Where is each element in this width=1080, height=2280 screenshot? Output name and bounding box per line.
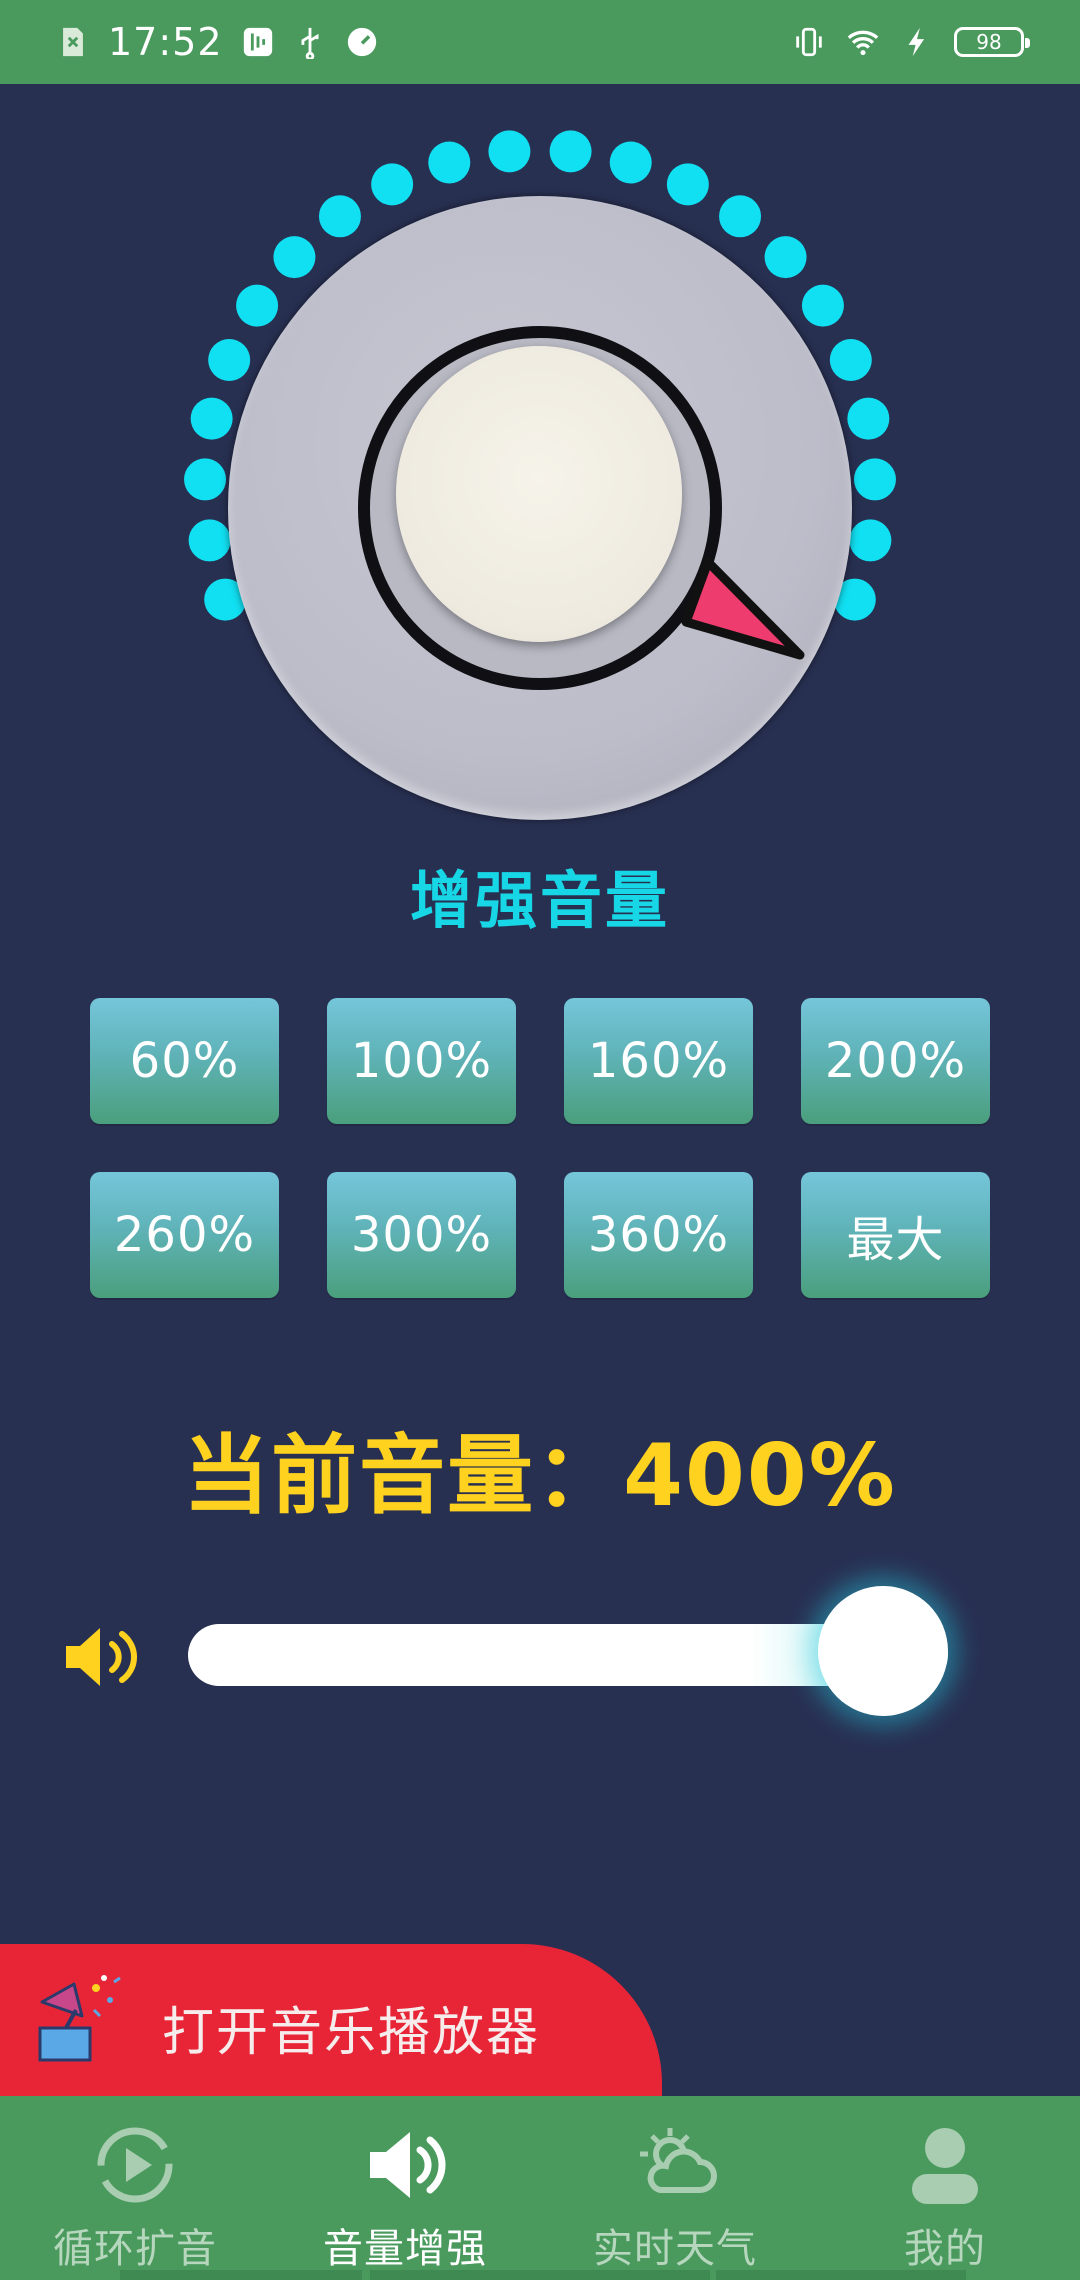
speaker-icon <box>370 2132 446 2198</box>
nav-label-weather: 实时天气 <box>593 2226 757 2272</box>
volume-level-dot <box>236 284 279 327</box>
volume-level-dot <box>849 519 892 562</box>
volume-slider-thumb[interactable] <box>818 1586 948 1716</box>
speaker-icon <box>66 1628 137 1686</box>
bottom-nav: 循环扩音 音量增强 实时天气 我的 <box>0 2096 1080 2280</box>
nav-label-loop: 循环扩音 <box>53 2226 217 2272</box>
volume-level-dot <box>847 397 890 440</box>
volume-level-dot <box>853 458 896 501</box>
volume-level-dot <box>666 163 709 206</box>
preset-grid: 60% 100% 160% 200% 260% 300% 360% 最大 <box>90 998 990 1298</box>
volume-level-dot <box>801 284 844 327</box>
volume-level-dot <box>184 458 227 501</box>
current-volume: 当前音量：400% <box>0 1405 1080 1530</box>
nav-item-weather[interactable]: 实时天气 <box>540 2096 810 2280</box>
preset-button-300[interactable]: 300% <box>327 1172 516 1298</box>
volume-level-dot <box>318 195 361 238</box>
nav-item-volume-boost[interactable]: 音量增强 <box>270 2096 540 2280</box>
loop-play-icon <box>97 2127 173 2203</box>
volume-level-dot <box>188 519 231 562</box>
current-volume-label: 当前音量： <box>183 1426 624 1526</box>
volume-level-dot <box>829 339 872 382</box>
nav-label-volume-boost: 音量增强 <box>323 2226 487 2272</box>
volume-level-dot <box>488 130 531 173</box>
preset-button-260[interactable]: 260% <box>90 1172 279 1298</box>
volume-level-dot <box>764 236 807 279</box>
weather-icon <box>640 2128 717 2193</box>
nav-item-profile[interactable]: 我的 <box>810 2096 1080 2280</box>
preset-button-200[interactable]: 200% <box>801 998 990 1124</box>
volume-level-dot <box>273 236 316 279</box>
preset-button-max[interactable]: 最大 <box>801 1172 990 1298</box>
volume-level-dot <box>549 130 592 173</box>
nav-label-profile: 我的 <box>904 2226 986 2272</box>
preset-button-360[interactable]: 360% <box>564 1172 753 1298</box>
volume-level-dot <box>190 397 233 440</box>
nav-divider <box>120 2270 966 2280</box>
volume-level-dot <box>428 141 471 184</box>
app-root: 17:52 98 增强音量 60% 100% 160% 200% 260% 30… <box>0 0 1080 2280</box>
gramophone-icon <box>38 1975 121 2062</box>
volume-level-dot <box>719 195 762 238</box>
person-icon <box>912 2128 978 2204</box>
preset-button-100[interactable]: 100% <box>327 998 516 1124</box>
knob-center <box>396 346 682 642</box>
current-volume-value: 400% <box>623 1426 897 1526</box>
volume-level-dot <box>208 339 251 382</box>
nav-item-loop[interactable]: 循环扩音 <box>0 2096 270 2280</box>
volume-level-dot <box>609 141 652 184</box>
preset-button-160[interactable]: 160% <box>564 998 753 1124</box>
preset-button-60[interactable]: 60% <box>90 998 279 1124</box>
open-music-player-label: 打开音乐播放器 <box>162 2003 541 2063</box>
volume-level-dot <box>371 163 414 206</box>
page-title: 增强音量 <box>409 864 670 937</box>
